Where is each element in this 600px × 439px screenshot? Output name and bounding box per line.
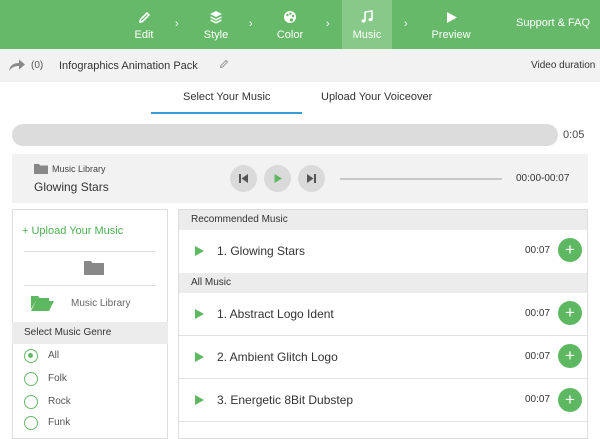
music-player: Music Library Glowing Stars 00:00-00:07 [12,154,588,203]
skip-next-icon [307,174,316,183]
skip-previous-icon [239,174,248,183]
pencil-icon [138,11,150,24]
play-track-icon[interactable] [195,395,204,405]
step-color-label: Color [276,29,304,41]
track-title[interactable]: 3. Energetic 8Bit Dubstep [217,393,353,407]
step-preview[interactable]: Preview [425,0,477,49]
add-track-button[interactable]: + [558,238,582,262]
genre-radio-folk[interactable] [24,372,38,386]
genre-radio-all[interactable] [24,349,38,363]
track-duration: 00:07 [525,308,551,319]
support-faq-link[interactable]: Support & FAQ [516,17,590,29]
recommended-heading: Recommended Music [191,214,288,225]
tab-upload-voiceover[interactable]: Upload Your Voiceover [321,91,432,103]
upload-music-button[interactable]: + Upload Your Music [22,225,123,237]
row-divider [179,421,587,422]
step-preview-label: Preview [431,29,471,41]
track-title[interactable]: 1. Abstract Logo Ident [217,307,334,321]
all-music-heading: All Music [191,277,232,288]
chevron-right-icon: › [175,18,179,30]
open-folder-icon[interactable] [31,295,54,311]
share-count: (0) [31,60,44,71]
next-track-button[interactable] [298,165,325,192]
edit-title-icon[interactable] [219,59,229,69]
share-icon[interactable] [8,58,26,72]
player-seek-bar[interactable] [340,178,502,180]
track-duration: 00:07 [525,394,551,405]
genre-heading: Select Music Genre [24,327,112,338]
track-duration: 00:07 [525,245,551,256]
track-title[interactable]: 1. Glowing Stars [217,244,305,258]
row-divider [179,378,587,379]
project-title: Infographics Animation Pack [59,60,198,72]
step-style-label: Style [203,29,229,41]
genre-radio-funk[interactable] [24,416,38,430]
palette-icon [284,11,296,23]
previous-track-button[interactable] [230,165,257,192]
step-music[interactable]: Music [342,0,392,49]
genre-label-folk: Folk [48,373,67,384]
player-track-title: Glowing Stars [34,180,109,194]
step-color[interactable]: Color [263,0,317,49]
add-track-button[interactable]: + [558,388,582,412]
genre-label-rock: Rock [48,396,71,407]
layers-icon [210,11,222,24]
divider [24,251,156,252]
divider [24,285,156,286]
play-track-icon[interactable] [195,309,204,319]
music-note-icon [361,10,373,23]
preview-progress-bar[interactable] [12,124,558,146]
chevron-right-icon: › [404,18,408,30]
player-time: 00:00-00:07 [516,173,570,184]
row-divider [179,335,587,336]
track-duration: 00:07 [525,351,551,362]
add-track-button[interactable]: + [558,301,582,325]
video-duration-label: Video duration [531,60,596,71]
play-icon [274,174,282,183]
genre-radio-rock[interactable] [24,395,38,409]
step-edit-label: Edit [134,29,154,41]
all-music-section-header [179,273,587,293]
genre-label-all: All [48,350,60,361]
project-title-bar: (0) Infographics Animation Pack Video du… [0,49,600,82]
music-library-item[interactable]: Music Library [71,298,130,309]
play-button[interactable] [264,165,291,192]
chevron-right-icon: › [326,18,330,30]
step-music-label: Music [352,29,382,41]
add-track-button[interactable]: + [558,344,582,368]
step-style[interactable]: Style [190,0,242,49]
folder-icon [84,261,104,275]
play-track-icon[interactable] [195,246,204,256]
step-edit[interactable]: Edit [118,0,170,49]
play-track-icon[interactable] [195,352,204,362]
folder-icon [34,164,48,174]
play-icon [446,12,457,23]
tab-select-music[interactable]: Select Your Music [183,91,270,103]
player-library-label: Music Library [52,164,106,174]
track-title[interactable]: 2. Ambient Glitch Logo [217,350,338,364]
progress-time: 0:05 [563,129,585,141]
active-tab-indicator [151,112,302,114]
step-navigation-bar: Edit › Style › Color › Music › Preview S… [0,0,600,49]
genre-label-funk: Funk [48,417,71,428]
chevron-right-icon: › [249,18,253,30]
